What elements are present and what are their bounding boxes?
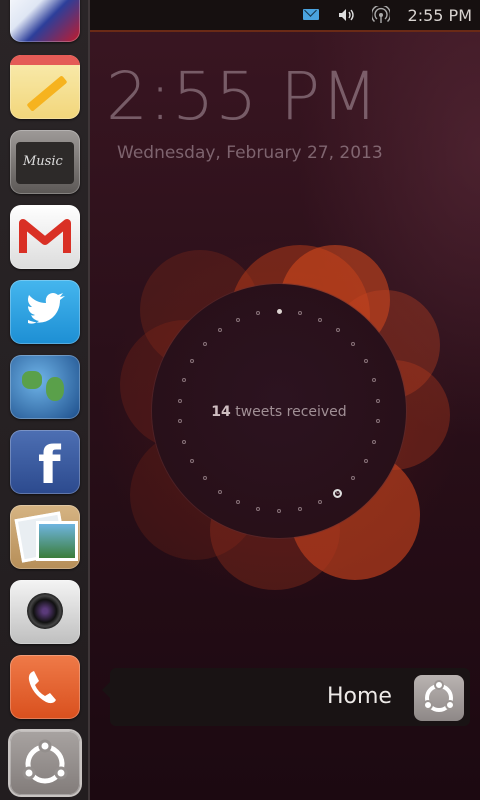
infographic-dot <box>277 309 282 314</box>
network-icon[interactable] <box>372 6 390 24</box>
volume-icon[interactable] <box>338 8 356 22</box>
infographic-dot <box>363 459 368 463</box>
infographic-dot <box>181 378 186 383</box>
status-bar[interactable]: 2:55 PM <box>90 0 480 32</box>
tweet-marker-icon <box>333 489 342 498</box>
tweet-label: tweets received <box>235 404 347 420</box>
music-label: Music <box>23 154 63 169</box>
sports-app-icon[interactable] <box>10 0 80 42</box>
infographic-dot <box>372 439 377 444</box>
infographic-dot <box>335 328 340 333</box>
infographic-dot <box>181 439 186 444</box>
infographic-dot <box>317 317 322 322</box>
infographic-dot <box>363 359 368 363</box>
infographic-dot <box>177 398 182 403</box>
tweet-count: 14 <box>211 404 231 420</box>
camera-icon[interactable] <box>10 580 80 644</box>
infographic-dot <box>297 506 302 511</box>
gmail-icon[interactable] <box>10 205 80 269</box>
status-time[interactable]: 2:55 PM <box>408 6 472 25</box>
phone-icon[interactable] <box>10 655 80 719</box>
infographic-dot <box>297 311 302 316</box>
infographic-text: 14 tweets received <box>160 404 398 420</box>
twitter-icon[interactable] <box>10 280 80 344</box>
music-icon[interactable]: Music <box>10 130 80 194</box>
envelope-icon[interactable] <box>303 9 319 20</box>
home-label: Home <box>327 684 392 709</box>
infographic-dot <box>277 509 281 513</box>
lockscreen-date: Wednesday, February 27, 2013 <box>117 143 383 163</box>
infographic-dot <box>202 342 207 347</box>
infographic-dot <box>256 506 261 511</box>
lockscreen-clock: 2:55 PM <box>106 58 379 135</box>
globe-icon[interactable] <box>10 355 80 419</box>
facebook-letter: f <box>38 436 61 494</box>
ubuntu-logo-icon[interactable] <box>414 675 464 721</box>
ubuntu-home-icon[interactable] <box>10 731 80 795</box>
launcher: Music f <box>0 0 90 800</box>
facebook-icon[interactable]: f <box>10 430 80 494</box>
infographic-dot <box>236 317 241 322</box>
infographic-dot <box>202 475 207 480</box>
notepad-icon[interactable] <box>10 55 80 119</box>
photos-icon[interactable] <box>10 505 80 569</box>
